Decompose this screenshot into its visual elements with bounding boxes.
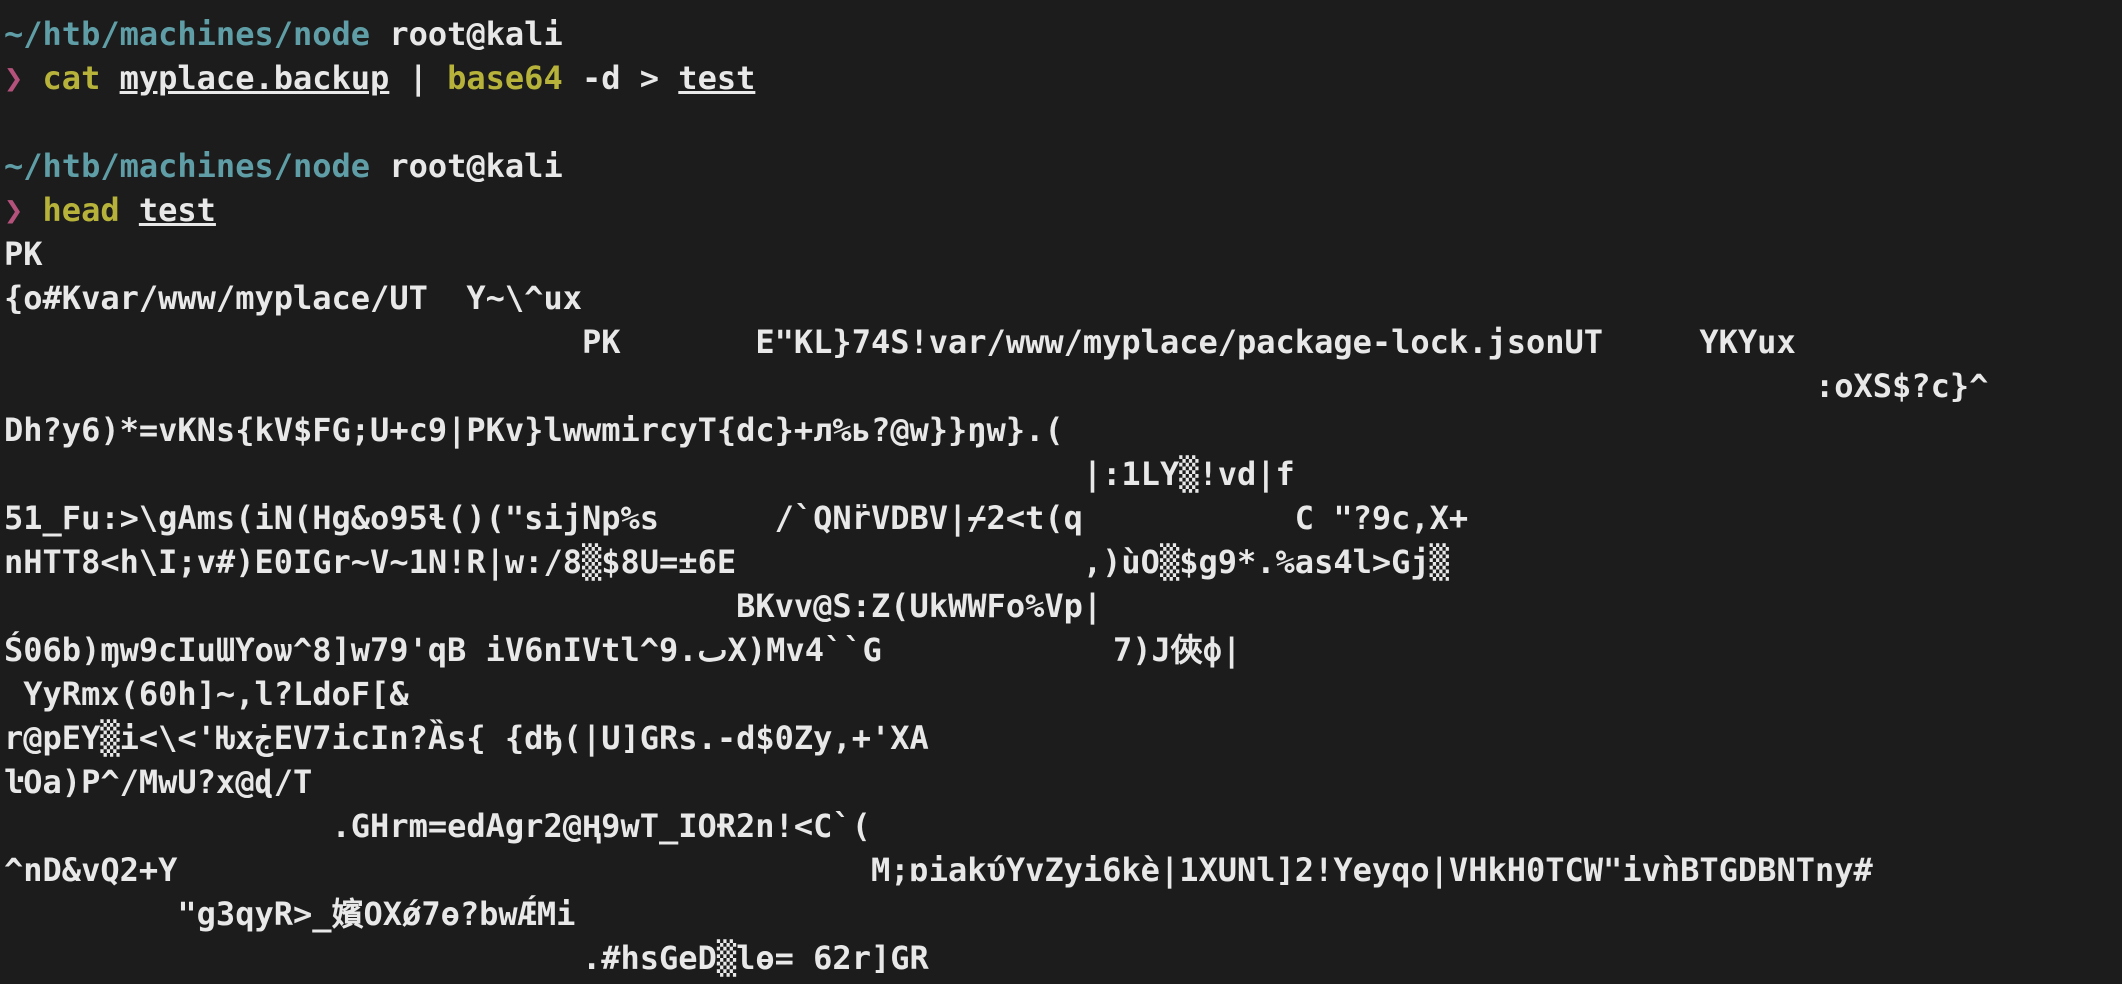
output-line: YyRmx(60h]~,l?LdoF[& <box>4 675 409 713</box>
prompt-user: root@kali <box>389 147 563 185</box>
command-argument: test <box>678 59 756 97</box>
output-line: ŀOa)P^/MwU?x@ɖ/T <box>4 763 313 801</box>
output-line: BKvv@S:Z(UkWWFo%Vp| <box>4 587 1103 625</box>
prompt-path: ~/htb/machines/node <box>4 147 371 185</box>
command-name: cat <box>42 59 101 97</box>
output-line: r@pEY▒i<\<'Ƕxج̇EV7icIn?Ȁs{ {dђ(|U]GRs.-d… <box>4 719 929 757</box>
prompt-info-line: ~/htb/machines/node root@kali <box>4 12 2122 56</box>
output-line: nHTT8<h\I;v#)E0IGr~V~1N!R|w:/8▒$8U=±6E ,… <box>4 543 1449 581</box>
command-argument: test <box>138 191 216 229</box>
output-line: :oXS$?c}^ <box>4 367 1989 405</box>
command-argument: myplace.backup <box>119 59 390 97</box>
output-line: "g3qyR>_嬪OXǿ7ɵ?bwǼMi <box>4 895 576 933</box>
command-pipe: | <box>389 59 448 97</box>
output-line: .#hsGeD▒lɵ= 62r]GR <box>4 939 929 977</box>
command-name: base64 <box>447 59 563 97</box>
command-line[interactable]: ❯ head test <box>4 188 2122 232</box>
prompt-arrow-icon: ❯ <box>4 59 24 97</box>
output-line: .GHrm=edAgr2@Ⱨ9wT_IOɌ2n!<C`( <box>4 807 871 845</box>
output-line: ^nD&vQ2+Y M;ɒiakύYvZyi6kѐ|1XUNl]2!Yeyqo|… <box>4 851 1873 889</box>
output-line: PK E"KL}74S!var/www/myplace/package-lock… <box>4 323 1796 361</box>
output-line: Dh?y6)*=vKNs{kV$FG;U+c9|PKv}lwwmircyT{dc… <box>4 411 1064 449</box>
prompt-arrow-icon: ❯ <box>4 191 24 229</box>
output-line: 51_Fu:>\gAms(iN(Hg&o95ɬ()("sijNp%s /`QNr… <box>4 499 1469 537</box>
command-line[interactable]: ❯ cat myplace.backup | base64 -d > test <box>4 56 2122 100</box>
output-line: Ś06b)ɱw9cIuƜƳoѡ^8]w79'qB iV6nIVtl^ٮ.9X)M… <box>4 631 1242 669</box>
command-name: head <box>42 191 120 229</box>
prompt-info-line: ~/htb/machines/node root@kali <box>4 144 2122 188</box>
terminal-window[interactable]: ~/htb/machines/node root@kali ❯ cat mypl… <box>4 12 2122 980</box>
output-line: {o#Kvar/www/myplace/UT Y~\^ux <box>4 279 582 317</box>
prompt-path: ~/htb/machines/node <box>4 15 371 53</box>
output-line: PK <box>4 235 43 273</box>
command-flags: -d > <box>562 59 679 97</box>
prompt-user: root@kali <box>389 15 563 53</box>
output-line: |:1LY▒!vd|f <box>4 455 1295 493</box>
